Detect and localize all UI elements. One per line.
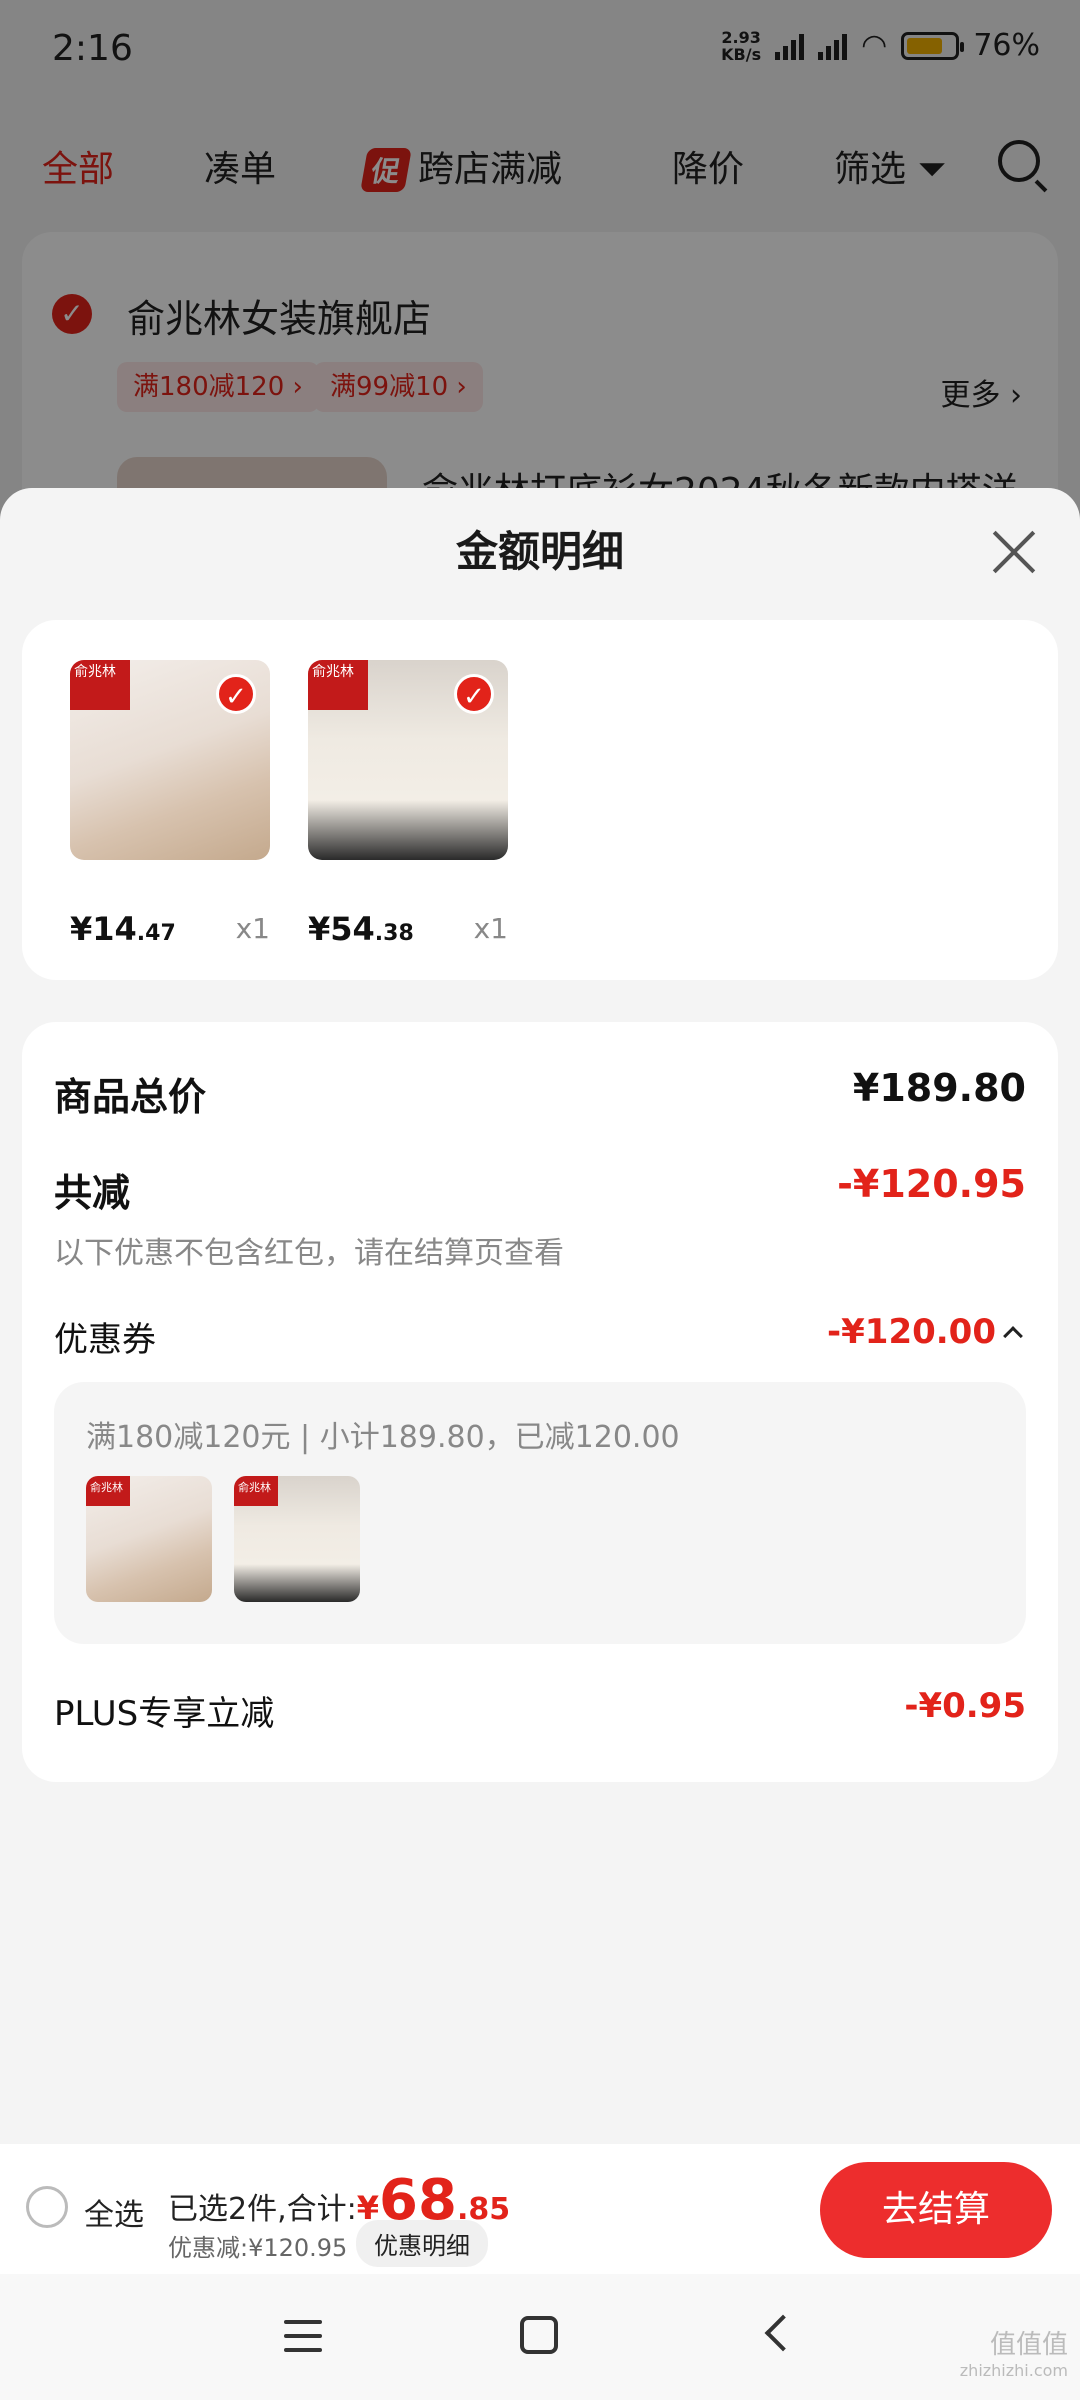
product-image: 俞兆林 ✓: [308, 660, 508, 860]
selected-products-card: 俞兆林 ✓ ¥14.47 x1 俞兆林 ✓ ¥54.38 x1: [22, 620, 1058, 980]
product-qty: x1: [235, 912, 270, 945]
select-all-checkbox[interactable]: [26, 2186, 68, 2228]
close-icon[interactable]: [990, 528, 1038, 576]
check-icon[interactable]: ✓: [216, 674, 256, 714]
watermark: 值值值 zhizhizhi.com: [959, 2330, 1068, 2380]
chevron-up-icon: [1003, 1325, 1023, 1346]
brand-logo: 俞兆林: [234, 1476, 278, 1506]
product-price: ¥14.47: [70, 910, 176, 948]
reduce-note: 以下优惠不包含红包，请在结算页查看: [54, 1236, 564, 1271]
total-price-label: 商品总价: [54, 1075, 207, 1119]
coupon-toggle[interactable]: -¥120.00: [827, 1312, 1023, 1352]
reduce-label: 共减: [54, 1171, 131, 1215]
system-nav-bar: 值值值 zhizhizhi.com: [0, 2274, 1080, 2400]
check-icon[interactable]: ✓: [454, 674, 494, 714]
home-icon[interactable]: [520, 2316, 558, 2354]
brand-logo: 俞兆林: [70, 660, 130, 710]
coupon-label: 优惠券: [54, 1320, 156, 1360]
coupon-product-thumb: 俞兆林: [234, 1476, 360, 1602]
discount-summary: 优惠减:¥120.95: [168, 2234, 348, 2262]
plus-label: PLUS专享立减: [54, 1694, 275, 1734]
coupon-desc: 满180减120元 | 小计189.80，已减120.00: [86, 1420, 680, 1455]
checkout-bar: 全选 已选2件,合计:¥68.85 优惠减:¥120.95 优惠明细 去结算: [0, 2144, 1080, 2274]
brand-logo: 俞兆林: [86, 1476, 130, 1506]
total-price-value: ¥189.80: [852, 1066, 1026, 1110]
product-price: ¥54.38: [308, 910, 414, 948]
coupon-product-thumb: 俞兆林: [86, 1476, 212, 1602]
product-item[interactable]: 俞兆林 ✓ ¥54.38 x1: [308, 660, 508, 948]
back-icon[interactable]: [764, 2314, 802, 2352]
select-all-label[interactable]: 全选: [84, 2190, 144, 2234]
reduce-value: -¥120.95: [837, 1162, 1026, 1206]
product-item[interactable]: 俞兆林 ✓ ¥14.47 x1: [70, 660, 270, 948]
brand-logo: 俞兆林: [308, 660, 368, 710]
amount-detail-sheet: 金额明细 俞兆林 ✓ ¥14.47 x1 俞兆林 ✓ ¥54.38 x1 商品总…: [0, 488, 1080, 2400]
product-image: 俞兆林 ✓: [70, 660, 270, 860]
product-qty: x1: [473, 912, 508, 945]
menu-icon[interactable]: [284, 2320, 322, 2352]
coupon-detail-box: 满180减120元 | 小计189.80，已减120.00 俞兆林 俞兆林: [54, 1382, 1026, 1644]
checkout-button[interactable]: 去结算: [820, 2162, 1052, 2258]
plus-value: -¥0.95: [904, 1686, 1026, 1726]
discount-detail-button[interactable]: 优惠明细: [356, 2220, 488, 2267]
price-detail-card: 商品总价 ¥189.80 共减 -¥120.95 以下优惠不包含红包，请在结算页…: [22, 1022, 1058, 1782]
sheet-title: 金额明细: [455, 527, 624, 576]
